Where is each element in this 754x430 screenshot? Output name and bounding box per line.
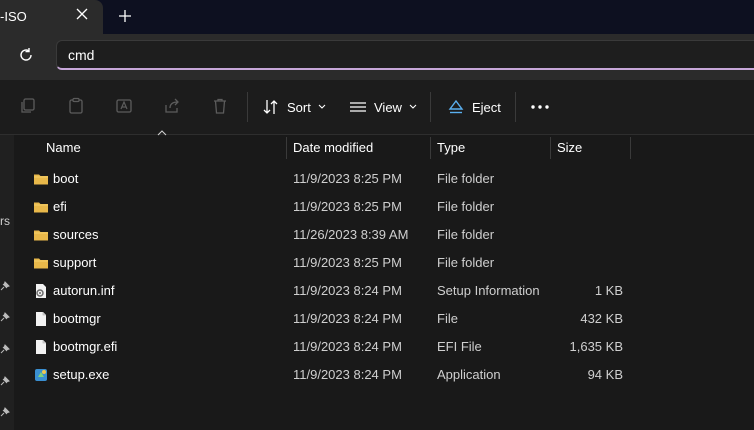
file-size: 1 KB	[594, 283, 623, 298]
paste-icon[interactable]	[67, 97, 85, 115]
pin-icon	[0, 312, 10, 322]
refresh-icon[interactable]	[18, 47, 34, 63]
column-header-date[interactable]: Date modified	[286, 135, 430, 161]
file-name: support	[53, 255, 97, 270]
file-type: File folder	[437, 199, 495, 214]
file-date: 11/26/2023 8:39 AM	[293, 227, 409, 242]
file-row[interactable]: support 11/9/2023 8:25 PM File folder	[15, 249, 754, 277]
folder-icon	[34, 202, 48, 213]
file-type: Application	[437, 367, 501, 382]
file-row[interactable]: setup.exe 11/9/2023 8:24 PM Application …	[15, 361, 754, 389]
column-divider[interactable]	[630, 137, 631, 159]
pin-icon	[0, 281, 10, 291]
file-name: bootmgr.efi	[53, 339, 118, 354]
delete-icon[interactable]	[211, 97, 229, 115]
file-name: bootmgr	[53, 311, 101, 326]
folder-icon	[34, 174, 48, 185]
file-date: 11/9/2023 8:24 PM	[293, 283, 402, 298]
setup-app-icon	[35, 369, 47, 381]
file-row[interactable]: autorun.inf 11/9/2023 8:24 PM Setup Info…	[15, 277, 754, 305]
chevron-down-icon	[318, 104, 326, 109]
file-name: sources	[53, 227, 99, 242]
more-options-icon[interactable]	[530, 100, 550, 114]
column-header-row: Name Date modified Type Size	[15, 135, 754, 161]
file-date: 11/9/2023 8:25 PM	[293, 255, 402, 270]
settings-file-icon	[36, 284, 46, 298]
sort-icon	[263, 100, 278, 114]
file-type: File	[437, 311, 458, 326]
file-type: File folder	[437, 227, 495, 242]
file-name: efi	[53, 199, 67, 214]
file-date: 11/9/2023 8:24 PM	[293, 339, 402, 354]
toolbar-separator	[515, 92, 516, 122]
column-header-name[interactable]: Name	[39, 135, 286, 161]
file-name: autorun.inf	[53, 283, 115, 298]
file-type: Setup Information	[437, 283, 540, 298]
rename-icon[interactable]	[115, 97, 133, 115]
folder-icon	[34, 230, 48, 241]
sort-button[interactable]: Sort	[262, 96, 326, 118]
eject-button[interactable]: Eject	[447, 96, 501, 118]
view-button[interactable]: View	[349, 96, 417, 118]
file-size: 94 KB	[587, 367, 623, 382]
eject-label: Eject	[472, 99, 501, 115]
eject-icon	[448, 99, 464, 114]
file-row[interactable]: efi 11/9/2023 8:25 PM File folder	[15, 193, 754, 221]
file-name: setup.exe	[53, 367, 110, 382]
title-bar	[0, 0, 754, 34]
file-type: File folder	[437, 255, 495, 270]
view-icon	[350, 102, 366, 112]
file-date: 11/9/2023 8:24 PM	[293, 311, 402, 326]
file-type: File folder	[437, 171, 495, 186]
tab-active[interactable]: -ISO	[0, 0, 103, 34]
toolbar-separator	[430, 92, 431, 122]
pin-icon	[0, 407, 10, 417]
file-size: 432 KB	[580, 311, 623, 326]
sort-label: Sort	[287, 99, 311, 115]
column-header-size[interactable]: Size	[550, 135, 630, 161]
file-icon	[36, 312, 46, 326]
pin-icon	[0, 376, 10, 386]
file-date: 11/9/2023 8:24 PM	[293, 367, 402, 382]
folder-icon	[34, 258, 48, 269]
file-type: EFI File	[437, 339, 482, 354]
file-row[interactable]: boot 11/9/2023 8:25 PM File folder	[15, 165, 754, 193]
pin-icon	[0, 344, 10, 354]
new-tab-icon[interactable]	[118, 9, 132, 23]
file-row[interactable]: sources 11/26/2023 8:39 AM File folder	[15, 221, 754, 249]
view-label: View	[374, 99, 402, 115]
nav-item-partial-label: rs	[0, 214, 10, 228]
file-row[interactable]: bootmgr.efi 11/9/2023 8:24 PM EFI File 1…	[15, 333, 754, 361]
tab-title: -ISO	[0, 9, 27, 24]
close-tab-icon[interactable]	[76, 8, 88, 20]
chevron-down-icon	[409, 104, 417, 109]
copy-icon[interactable]	[19, 97, 37, 115]
column-header-type[interactable]: Type	[430, 135, 550, 161]
share-icon[interactable]	[163, 97, 181, 115]
file-date: 11/9/2023 8:25 PM	[293, 199, 402, 214]
address-input[interactable]	[56, 40, 754, 70]
file-row[interactable]: bootmgr 11/9/2023 8:24 PM File 432 KB	[15, 305, 754, 333]
toolbar-separator	[247, 92, 248, 122]
file-date: 11/9/2023 8:25 PM	[293, 171, 402, 186]
file-name: boot	[53, 171, 79, 186]
file-icon	[36, 340, 46, 354]
file-size: 1,635 KB	[569, 339, 624, 354]
